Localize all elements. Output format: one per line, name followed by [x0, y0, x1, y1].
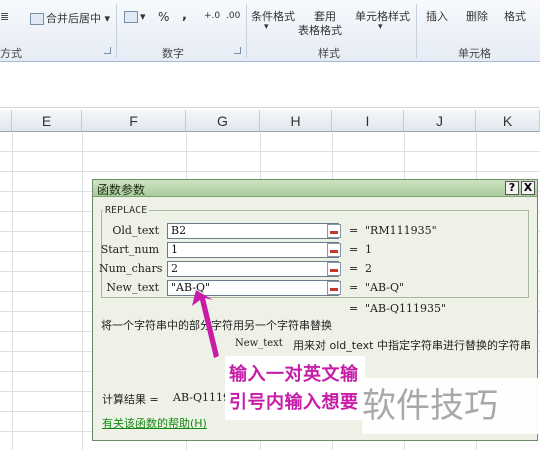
annotation-line-2: 引号内输入想要: [229, 392, 359, 413]
annotation-box: 输入一对英文输 引号内输入想要: [225, 356, 365, 420]
watermark-text: 软件技巧: [362, 378, 540, 434]
annotation-line-1: 输入一对英文输: [229, 364, 359, 385]
